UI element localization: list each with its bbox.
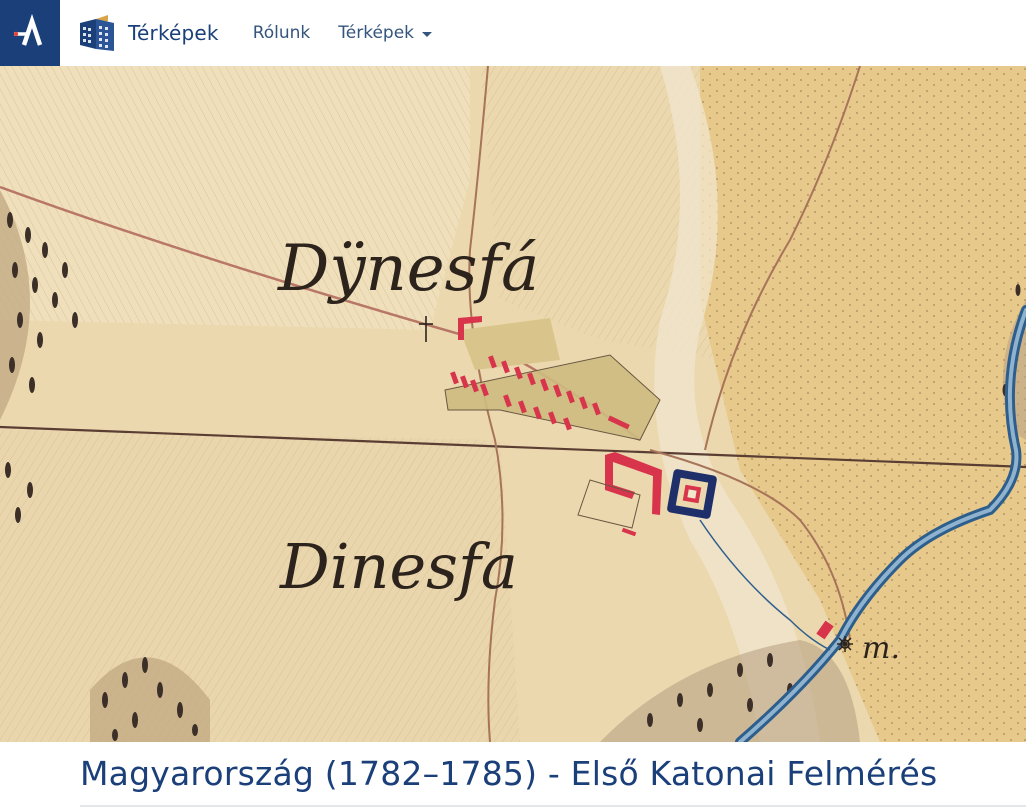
mill-wheel-icon <box>837 636 853 652</box>
arcanum-logo[interactable] <box>0 0 60 66</box>
historical-map-canvas[interactable]: Dÿnesfá Dinesfa m. <box>0 66 1026 742</box>
arcanum-a-icon <box>13 13 43 46</box>
place-label-dinesfa: Dinesfa <box>279 530 518 603</box>
nav-link-about[interactable]: Rólunk <box>253 23 311 43</box>
nav-link-maps-label: Térképek <box>338 23 415 43</box>
top-navbar: Térképek Rólunk Térképek <box>0 0 1026 66</box>
brand-text: Térképek <box>128 21 219 45</box>
content-divider <box>80 805 1026 807</box>
page-title: Magyarország (1782–1785) - Első Katonai … <box>80 754 938 793</box>
place-label-dynesfa: Dÿnesfá <box>277 232 539 306</box>
place-label-mill: m. <box>862 631 900 666</box>
nav-link-maps-dropdown[interactable]: Térképek <box>338 23 433 43</box>
site-brand[interactable]: Térképek <box>78 13 219 53</box>
map-viewer[interactable]: Dÿnesfá Dinesfa m. <box>0 66 1026 742</box>
map-stack-icon <box>80 15 114 51</box>
nav-link-about-label: Rólunk <box>252 23 311 43</box>
caret-down-icon <box>422 31 433 37</box>
manor-house <box>667 469 717 519</box>
